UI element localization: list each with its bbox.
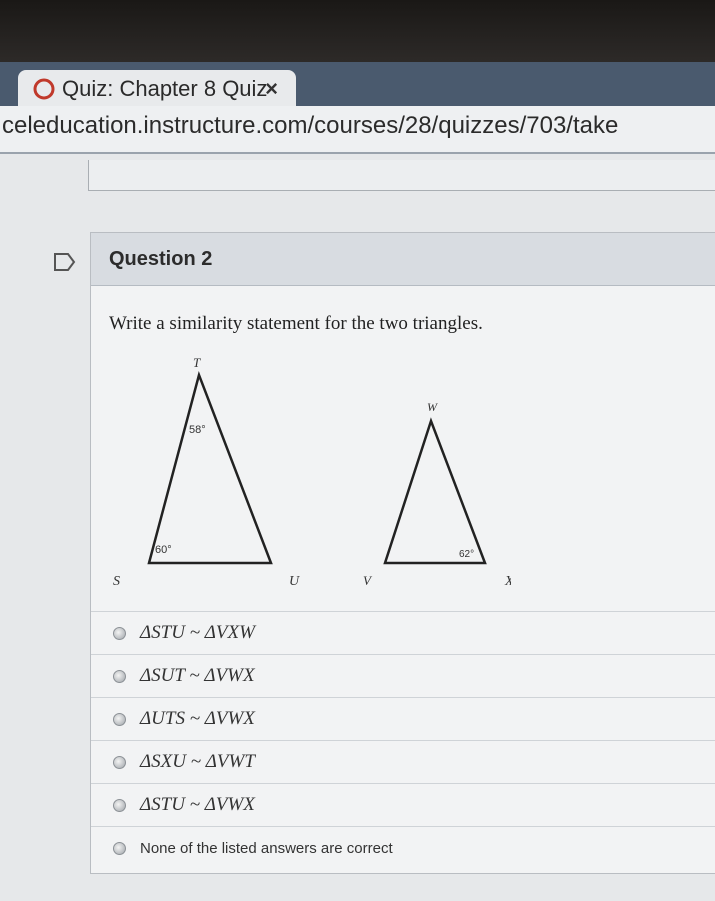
flag-question-icon[interactable] — [54, 252, 76, 272]
vertex-label-t: T — [193, 355, 201, 370]
radio-button[interactable] — [113, 626, 126, 640]
angle-label-t: 58° — [189, 424, 206, 436]
radio-button[interactable] — [113, 669, 126, 683]
answer-option[interactable]: ΔUTS ~ ΔVWX — [91, 697, 715, 740]
answer-list: ΔSTU ~ ΔVXW ΔSUT ~ ΔVWX ΔUTS ~ ΔVWX ΔSXU… — [91, 611, 715, 869]
answer-option[interactable]: ΔSTU ~ ΔVWX — [91, 783, 715, 826]
close-tab-icon[interactable]: × — [265, 76, 278, 102]
question-prompt: Write a similarity statement for the two… — [109, 313, 483, 334]
triangles-figure: T S U 58° 60° W V X 62° — [113, 355, 511, 589]
answer-option[interactable]: ΔSXU ~ ΔVWT — [91, 740, 715, 783]
radio-button[interactable] — [113, 841, 126, 855]
address-bar[interactable]: celeducation.instructure.com/courses/28/… — [0, 106, 715, 154]
question-card: Question 2 Write a similarity statement … — [90, 232, 715, 874]
answer-label: ΔSXU ~ ΔVWT — [140, 751, 255, 772]
url-text[interactable]: celeducation.instructure.com/courses/28/… — [2, 112, 618, 140]
radio-button[interactable] — [113, 755, 126, 769]
answer-label: ΔUTS ~ ΔVWX — [140, 708, 255, 729]
answer-option[interactable]: None of the listed answers are correct — [91, 826, 715, 869]
question-title: Question 2 — [109, 247, 213, 270]
answer-label: None of the listed answers are correct — [140, 839, 393, 857]
monitor-bezel — [0, 0, 715, 62]
tab-title: Quiz: Chapter 8 Quiz — [62, 76, 268, 101]
answer-label: ΔSUT ~ ΔVWX — [140, 665, 255, 686]
vertex-label-v: V — [363, 573, 373, 588]
canvas-logo-icon — [33, 78, 55, 100]
vertex-label-x: X — [504, 574, 511, 589]
vertex-label-s: S — [113, 574, 120, 589]
answer-label: ΔSTU ~ ΔVXW — [140, 622, 255, 643]
answer-option[interactable]: ΔSTU ~ ΔVXW — [91, 611, 715, 654]
question-header: Question 2 — [91, 233, 715, 286]
angle-label-s: 60° — [155, 544, 172, 556]
triangle-stu — [147, 370, 273, 565]
vertex-label-w: W — [427, 400, 438, 414]
radio-button[interactable] — [113, 798, 126, 812]
angle-label-x: 62° — [459, 549, 474, 560]
answer-option[interactable]: ΔSUT ~ ΔVWX — [91, 654, 715, 697]
vertex-label-u: U — [289, 574, 300, 589]
browser-tab[interactable]: Quiz: Chapter 8 Quiz × — [18, 70, 296, 108]
answer-label: ΔSTU ~ ΔVWX — [140, 794, 255, 815]
radio-button[interactable] — [113, 712, 126, 726]
top-progress-bar — [88, 160, 715, 191]
triangle-vwx — [383, 417, 487, 565]
